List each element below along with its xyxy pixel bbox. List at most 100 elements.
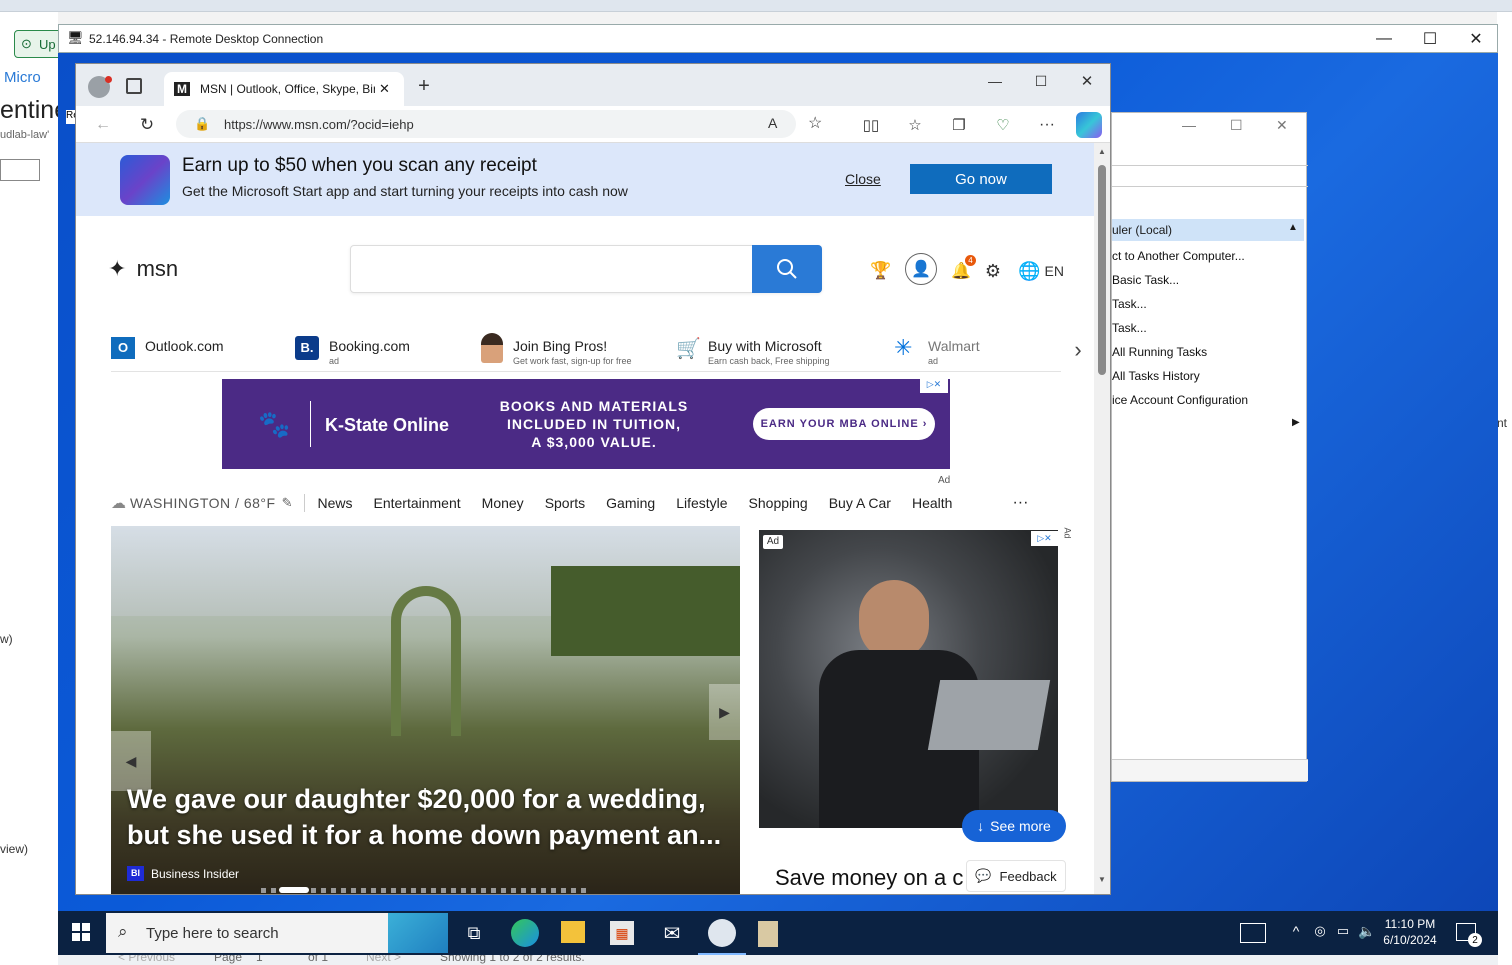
- nav-health[interactable]: Health: [912, 495, 952, 511]
- kstate-ad-banner[interactable]: 🐾 K-State Online BOOKS AND MATERIALS INC…: [222, 379, 950, 469]
- nav-sports[interactable]: Sports: [545, 495, 585, 511]
- favorite-star-icon[interactable]: ☆: [808, 113, 822, 133]
- adchoices-icon[interactable]: ▷✕: [920, 379, 948, 393]
- ts-action-item[interactable]: Task...: [1112, 297, 1147, 311]
- start-button[interactable]: [72, 923, 90, 941]
- close-button[interactable]: ✕: [1453, 25, 1499, 53]
- minimize-button[interactable]: —: [1361, 25, 1407, 53]
- keyboard-icon[interactable]: [1240, 923, 1266, 943]
- maximize-button[interactable]: ☐: [1407, 25, 1453, 53]
- nav-money[interactable]: Money: [482, 495, 524, 511]
- quick-link-outlook[interactable]: O Outlook.com: [111, 333, 271, 373]
- volume-icon[interactable]: 🔈: [1358, 921, 1376, 941]
- rdp-app-icon[interactable]: [758, 921, 778, 947]
- scroll-up-icon[interactable]: ▲: [1098, 147, 1106, 156]
- taskbar-search-input[interactable]: ⌕ Type here to search: [106, 913, 448, 953]
- scroll-down-icon[interactable]: ▼: [1098, 875, 1106, 884]
- host-input[interactable]: [0, 159, 40, 181]
- ad-cta-button[interactable]: EARN YOUR MBA ONLINE ›: [753, 408, 935, 440]
- url-field[interactable]: 🔒 https://www.msn.com/?ocid=iehp A ☆: [176, 110, 822, 138]
- edit-pencil-icon[interactable]: ✎: [282, 495, 293, 511]
- quick-link-buy-microsoft[interactable]: 🛒 Buy with Microsoft Earn cash back, Fre…: [674, 333, 844, 373]
- nav-entertainment[interactable]: Entertainment: [373, 495, 460, 511]
- hero-headline-line2[interactable]: but she used it for a home down payment …: [127, 820, 721, 851]
- quick-links-next-icon[interactable]: ›: [1068, 337, 1088, 362]
- carousel-prev-button[interactable]: ◀: [111, 731, 151, 791]
- ts-action-item[interactable]: ct to Another Computer...: [1112, 249, 1245, 263]
- quick-link-booking[interactable]: B. Booking.com ad: [295, 333, 455, 373]
- quick-link-bing-pros[interactable]: Join Bing Pros! Get work fast, sign-up f…: [479, 333, 649, 373]
- clock[interactable]: 11:10 PM 6/10/2024: [1382, 916, 1438, 948]
- tab-actions-icon[interactable]: [126, 78, 142, 94]
- ts-maximize-button[interactable]: ☐: [1230, 117, 1243, 134]
- search-button[interactable]: [752, 245, 822, 293]
- carousel-dots[interactable]: [261, 888, 591, 893]
- file-explorer-icon[interactable]: [561, 921, 585, 943]
- ts-action-item[interactable]: All Running Tasks: [1112, 345, 1207, 359]
- ts-action-item[interactable]: All Tasks History: [1112, 369, 1200, 383]
- adchoices-icon[interactable]: ▷✕: [1031, 531, 1058, 546]
- weather-location[interactable]: WASHINGTON / 68°F: [130, 495, 276, 511]
- nav-buy-a-car[interactable]: Buy A Car: [829, 495, 891, 511]
- language-selector[interactable]: 🌐 EN: [1016, 260, 1066, 282]
- store-icon[interactable]: ▦: [610, 921, 634, 945]
- back-button[interactable]: ←: [92, 114, 114, 136]
- mail-icon[interactable]: ✉: [659, 921, 685, 945]
- meet-icon[interactable]: ◎: [1312, 921, 1328, 941]
- page-scrollbar[interactable]: ▲ ▼: [1094, 143, 1110, 894]
- collections-icon[interactable]: ❐: [948, 114, 970, 136]
- nav-more-icon[interactable]: ···: [1012, 494, 1028, 512]
- account-icon[interactable]: 👤: [905, 253, 937, 285]
- nav-shopping[interactable]: Shopping: [749, 495, 808, 511]
- split-screen-icon[interactable]: ▯▯: [860, 114, 882, 136]
- settings-gear-icon[interactable]: ⚙: [982, 260, 1004, 282]
- network-icon[interactable]: ▭: [1334, 921, 1352, 941]
- browser-essentials-icon[interactable]: ♡: [992, 114, 1014, 136]
- settings-more-icon[interactable]: ···: [1036, 114, 1058, 136]
- banner-close-link[interactable]: Close: [845, 171, 881, 187]
- hero-headline-line1[interactable]: We gave our daughter $20,000 for a weddi…: [127, 784, 706, 815]
- show-hidden-icons[interactable]: ^: [1288, 921, 1304, 941]
- refresh-button[interactable]: ↻: [136, 114, 158, 136]
- favorites-icon[interactable]: ☆: [904, 114, 926, 136]
- rewards-trophy-icon[interactable]: 🏆: [870, 260, 892, 282]
- feedback-button[interactable]: 💬 Feedback: [966, 860, 1066, 892]
- side-ad-card[interactable]: Ad ▷✕: [759, 530, 1058, 828]
- quick-link-walmart[interactable]: ✳ Walmart ad: [894, 333, 1024, 373]
- carousel-next-button[interactable]: ▶: [709, 684, 740, 740]
- scroll-thumb[interactable]: [1098, 165, 1106, 375]
- ts-actions-header[interactable]: uler (Local) ▲: [1112, 219, 1304, 241]
- ts-action-item[interactable]: ice Account Configuration: [1112, 393, 1248, 407]
- breadcrumb-fragment[interactable]: Micro: [4, 69, 41, 86]
- ts-action-item[interactable]: Basic Task...: [1112, 273, 1179, 287]
- close-button[interactable]: ✕: [1076, 70, 1098, 92]
- ts-menubar: [1112, 165, 1308, 187]
- nav-lifestyle[interactable]: Lifestyle: [676, 495, 727, 511]
- copilot-icon[interactable]: [1076, 112, 1102, 138]
- read-aloud-icon[interactable]: A: [768, 115, 777, 131]
- ts-action-item[interactable]: Task...: [1112, 321, 1147, 335]
- task-scheduler-taskbar-icon[interactable]: [708, 919, 736, 947]
- search-icon: [777, 259, 797, 279]
- minimize-button[interactable]: —: [984, 70, 1006, 92]
- nav-news[interactable]: News: [317, 495, 352, 511]
- ts-close-button[interactable]: ✕: [1276, 117, 1288, 134]
- side-ad-caption[interactable]: Save money on a c: [759, 843, 964, 894]
- nav-gaming[interactable]: Gaming: [606, 495, 655, 511]
- go-now-button[interactable]: Go now: [910, 164, 1052, 194]
- new-tab-button[interactable]: +: [414, 75, 434, 97]
- hero-source[interactable]: Business Insider: [151, 867, 239, 881]
- edge-taskbar-icon[interactable]: [511, 919, 539, 947]
- tab-close-icon[interactable]: ✕: [379, 81, 390, 97]
- quick-link-sublabel: ad: [329, 356, 340, 366]
- update-pill[interactable]: ⊙ Up: [14, 30, 58, 58]
- msn-logo[interactable]: ✦ msn: [108, 256, 178, 282]
- task-view-icon[interactable]: ⧉: [462, 921, 486, 945]
- see-more-button[interactable]: ↓ See more: [962, 810, 1066, 842]
- ts-minimize-button[interactable]: —: [1182, 117, 1196, 133]
- maximize-button[interactable]: ☐: [1030, 70, 1052, 92]
- hero-card[interactable]: ◀ ▶ We gave our daughter $20,000 for a w…: [111, 526, 740, 894]
- remote-taskbar: ⌕ Type here to search ⧉ ▦ ✉ ^ ◎ ▭ 🔈 11:1…: [58, 911, 1498, 955]
- tab-msn[interactable]: M MSN | Outlook, Office, Skype, Bing ✕: [164, 72, 404, 106]
- url-text: https://www.msn.com/?ocid=iehp: [224, 116, 414, 132]
